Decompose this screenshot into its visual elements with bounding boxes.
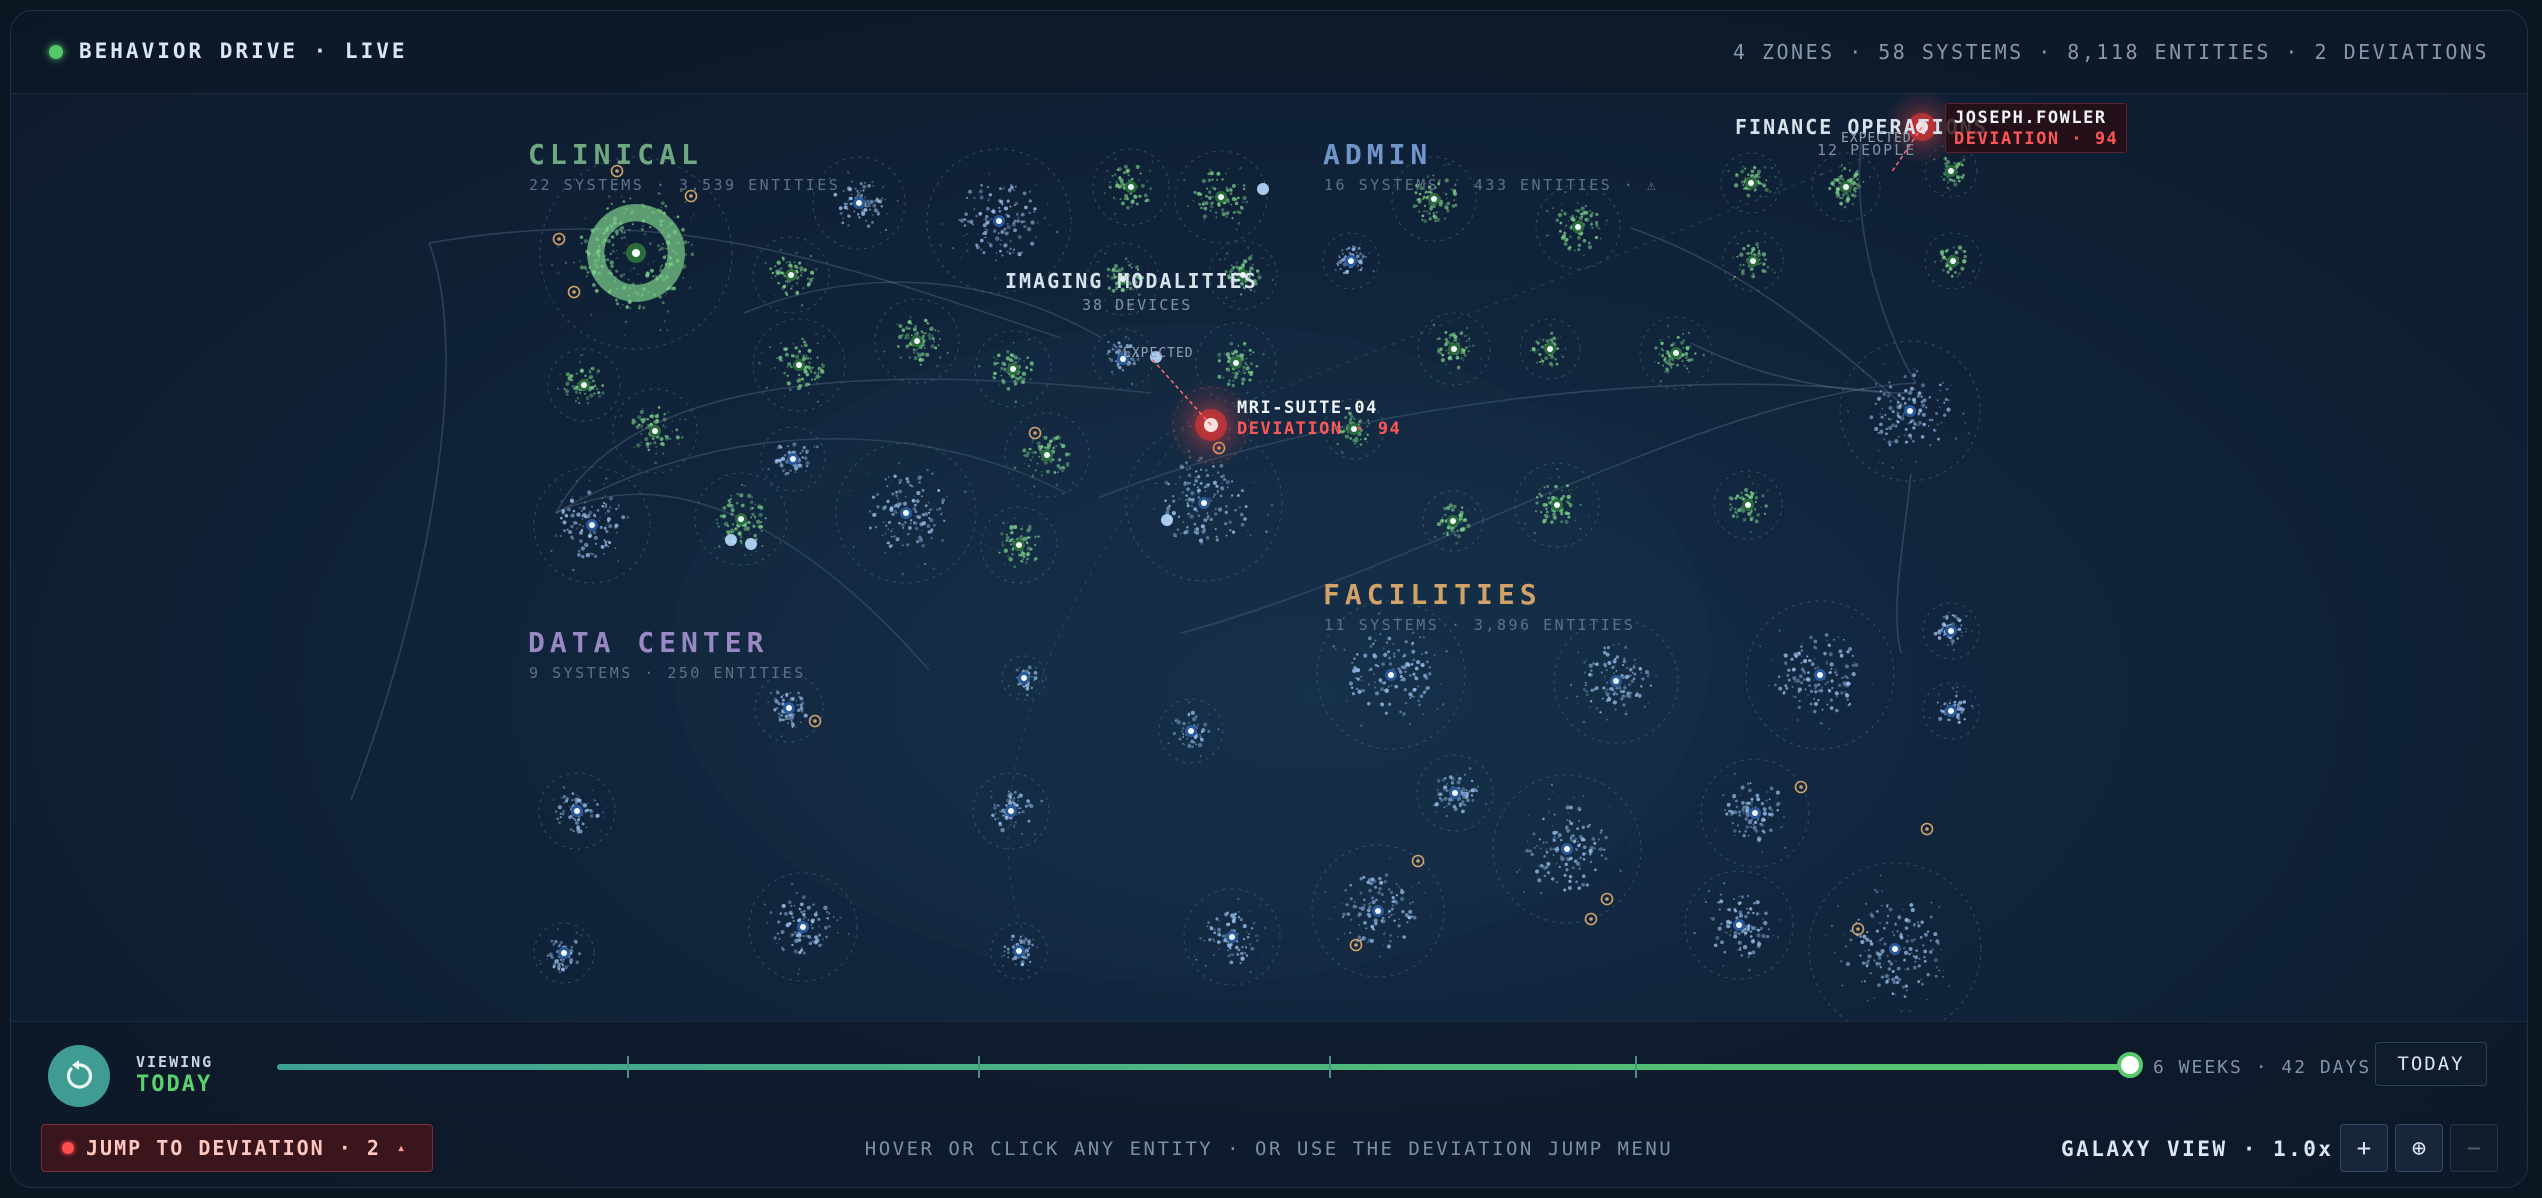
alert-marker bbox=[689, 194, 693, 198]
deviation-label-fowler[interactable]: JOSEPH.FOWLER DEVIATION · 94 bbox=[1945, 103, 2128, 153]
system-cluster[interactable] bbox=[1922, 602, 1980, 660]
zone-data-center-name[interactable]: DATA CENTER bbox=[528, 626, 768, 659]
viewing-value: TODAY bbox=[136, 1072, 213, 1097]
timeline-range: 6 WEEKS · 42 DAYS bbox=[2153, 1057, 2372, 1078]
live-indicator bbox=[49, 45, 63, 59]
deviation-score: DEVIATION · 94 bbox=[1237, 419, 1402, 439]
system-cluster[interactable] bbox=[1839, 340, 1981, 482]
system-cluster[interactable] bbox=[1700, 758, 1810, 868]
system-cluster[interactable] bbox=[538, 772, 616, 850]
week-tick bbox=[978, 1056, 980, 1078]
system-cluster[interactable] bbox=[612, 388, 698, 474]
system-cluster[interactable] bbox=[1811, 152, 1881, 222]
timeline-bar: VIEWING TODAY 6 WEEKS · 42 DAYS TODAY bbox=[11, 1021, 2527, 1111]
system-cluster[interactable] bbox=[1745, 600, 1895, 750]
system-cluster[interactable] bbox=[1922, 682, 1980, 740]
week-tick bbox=[627, 1056, 629, 1078]
app-title: BEHAVIOR DRIVE · LIVE bbox=[79, 39, 408, 63]
alert-marker bbox=[572, 290, 576, 294]
zone-data-center-sub: 9 SYSTEMS · 250 ENTITIES bbox=[529, 664, 806, 682]
galaxy-view[interactable]: CLINICAL 22 SYSTEMS · 3,539 ENTITIES ADM… bbox=[11, 93, 2527, 1021]
galaxy-canvas[interactable] bbox=[11, 93, 2527, 1021]
entity-dot[interactable] bbox=[745, 538, 757, 550]
zone-facilities-name[interactable]: FACILITIES bbox=[1323, 578, 1542, 611]
system-cluster[interactable] bbox=[533, 922, 595, 984]
zoom-out-button[interactable]: − bbox=[2450, 1124, 2498, 1172]
today-button[interactable]: TODAY bbox=[2375, 1042, 2487, 1086]
alert-marker bbox=[1605, 897, 1609, 901]
entity-dot[interactable] bbox=[1161, 514, 1173, 526]
alert-marker bbox=[1925, 827, 1929, 831]
finance-expected-label: EXPECTED bbox=[1841, 131, 1912, 146]
week-tick bbox=[1635, 1056, 1637, 1078]
alert-marker bbox=[1589, 917, 1593, 921]
zone-admin-sub: 16 SYSTEMS · 433 ENTITIES · ⚠ bbox=[1324, 176, 1659, 194]
system-cluster[interactable] bbox=[1519, 318, 1581, 380]
view-mode-label: GALAXY VIEW · 1.0x bbox=[2061, 1137, 2334, 1161]
zone-facilities-sub: 11 SYSTEMS · 3,896 ENTITIES bbox=[1324, 616, 1636, 634]
imaging-expected-label: EXPECTED bbox=[1123, 346, 1194, 361]
system-cluster[interactable] bbox=[1722, 230, 1784, 292]
app-window: BEHAVIOR DRIVE · LIVE 4 ZONES · 58 SYSTE… bbox=[10, 10, 2528, 1188]
deviation-label-mri[interactable]: MRI-SUITE-04 DEVIATION · 94 bbox=[1237, 398, 1401, 440]
system-cluster[interactable] bbox=[812, 156, 906, 250]
system-cluster[interactable] bbox=[1720, 152, 1782, 214]
bottom-bar: JUMP TO DEVIATION · 2 ▴ HOVER OR CLICK A… bbox=[11, 1109, 2527, 1187]
timeline-handle[interactable] bbox=[2117, 1052, 2143, 1078]
system-cluster[interactable] bbox=[874, 298, 960, 384]
system-cluster[interactable] bbox=[1535, 184, 1621, 270]
viewing-label: VIEWING bbox=[136, 1053, 214, 1071]
system-cluster[interactable] bbox=[1639, 316, 1713, 390]
system-cluster[interactable] bbox=[1174, 150, 1268, 244]
alert-marker bbox=[557, 237, 561, 241]
reset-icon bbox=[66, 1060, 93, 1089]
zoom-in-button[interactable]: + bbox=[2340, 1124, 2388, 1172]
system-cluster[interactable] bbox=[1924, 232, 1982, 290]
entity-dot[interactable] bbox=[725, 534, 737, 546]
system-cluster[interactable] bbox=[1713, 470, 1783, 540]
imaging-cluster-title[interactable]: IMAGING MODALITIES bbox=[1005, 269, 1258, 293]
alert-marker bbox=[1033, 431, 1037, 435]
top-bar: BEHAVIOR DRIVE · LIVE 4 ZONES · 58 SYSTE… bbox=[11, 11, 2527, 94]
deviation-score: DEVIATION · 94 bbox=[1954, 129, 2119, 149]
alert-marker bbox=[813, 719, 817, 723]
system-cluster[interactable] bbox=[547, 348, 621, 422]
deviation-name: JOSEPH.FOWLER bbox=[1954, 108, 2107, 128]
zone-admin-name[interactable]: ADMIN bbox=[1323, 138, 1432, 171]
timeline-track[interactable] bbox=[277, 1064, 2133, 1070]
system-cluster[interactable] bbox=[1684, 870, 1794, 980]
entity-dot[interactable] bbox=[1257, 183, 1269, 195]
alert-marker bbox=[1354, 943, 1358, 947]
alert-marker bbox=[1416, 859, 1420, 863]
imaging-cluster-sub: 38 DEVICES bbox=[1082, 296, 1193, 314]
zone-clinical-sub: 22 SYSTEMS · 3,539 ENTITIES bbox=[529, 176, 841, 194]
system-cluster[interactable] bbox=[752, 318, 846, 412]
alert-marker bbox=[1799, 785, 1803, 789]
recenter-button[interactable]: ⊕ bbox=[2395, 1124, 2443, 1172]
alert-marker bbox=[1856, 927, 1860, 931]
reset-button[interactable] bbox=[48, 1045, 110, 1107]
system-cluster[interactable] bbox=[1092, 148, 1170, 226]
stats-summary: 4 ZONES · 58 SYSTEMS · 8,118 ENTITIES · … bbox=[1732, 40, 2489, 64]
system-cluster[interactable] bbox=[1322, 232, 1380, 290]
deviation-name: MRI-SUITE-04 bbox=[1237, 398, 1378, 418]
week-tick bbox=[1329, 1056, 1331, 1078]
zone-clinical-name[interactable]: CLINICAL bbox=[528, 138, 703, 171]
system-cluster[interactable] bbox=[533, 466, 651, 584]
system-cluster[interactable] bbox=[1808, 862, 1982, 1021]
